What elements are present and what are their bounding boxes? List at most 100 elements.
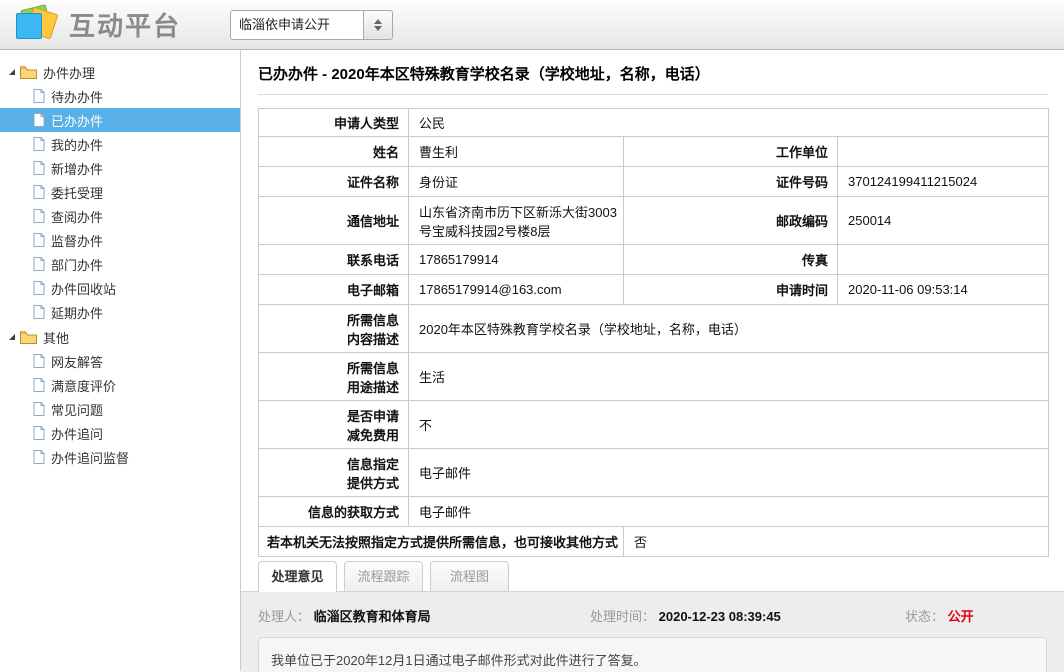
field-value — [838, 245, 1049, 275]
field-label: 邮政编码 — [624, 197, 838, 245]
document-icon — [33, 402, 45, 416]
field-label: 所需信息 内容描述 — [259, 305, 409, 353]
sidebar-group-qita[interactable]: 其他 — [0, 325, 240, 349]
sidebar-item-label: 监督办件 — [51, 231, 103, 250]
status-label: 状态： — [905, 609, 944, 624]
field-value: 17865179914 — [409, 245, 624, 275]
field-value: 2020年本区特殊教育学校名录（学校地址，名称，电话） — [409, 305, 1049, 353]
sidebar-item-label: 新增办件 — [51, 159, 103, 178]
sidebar-item-zhuiwen-jiandu[interactable]: 办件追问监督 — [0, 445, 240, 469]
field-value: 250014 — [838, 197, 1049, 245]
sidebar-group-label: 其他 — [43, 328, 69, 347]
sidebar-item-zhuiwen[interactable]: 办件追问 — [0, 421, 240, 445]
field-label: 信息的获取方式 — [259, 497, 409, 527]
sidebar-item-label: 办件回收站 — [51, 279, 116, 298]
sidebar-item-label: 办件追问监督 — [51, 448, 129, 467]
handler-label: 处理人： — [258, 609, 310, 624]
sidebar-item-daiban[interactable]: 待办办件 — [0, 84, 240, 108]
handling-opinion-panel: 处理人： 临淄区教育和体育局 处理时间： 2020-12-23 08:39:45… — [241, 592, 1064, 672]
page-title: 已办办件 - 2020年本区特殊教育学校名录（学校地址，名称，电话） — [258, 50, 1048, 95]
field-label: 申请时间 — [624, 275, 838, 305]
field-value: 电子邮件 — [409, 449, 1049, 497]
field-label: 所需信息 用途描述 — [259, 353, 409, 401]
expander-icon[interactable] — [9, 69, 15, 75]
channel-combobox-value[interactable]: 临淄依申请公开 — [230, 10, 363, 40]
field-value: 17865179914@163.com — [409, 275, 624, 305]
handle-time-label: 处理时间： — [590, 609, 655, 624]
document-icon — [33, 378, 45, 392]
sidebar-group-label: 办件办理 — [43, 63, 95, 82]
tab-handling-opinion[interactable]: 处理意见 — [258, 561, 337, 592]
sidebar-item-yiban-selected[interactable]: 已办办件 — [0, 108, 240, 132]
field-label: 电子邮箱 — [259, 275, 409, 305]
sidebar-item-weituo[interactable]: 委托受理 — [0, 180, 240, 204]
field-label: 通信地址 — [259, 197, 409, 245]
sidebar-item-label: 待办办件 — [51, 87, 103, 106]
sidebar-group-banjian[interactable]: 办件办理 — [0, 60, 240, 84]
tab-process-tracking[interactable]: 流程跟踪 — [344, 561, 423, 591]
sidebar-item-xinzeng[interactable]: 新增办件 — [0, 156, 240, 180]
app-logo-icon — [13, 5, 59, 45]
field-value: 公民 — [409, 109, 1049, 137]
sidebar-item-chayue[interactable]: 查阅办件 — [0, 204, 240, 228]
sidebar-tree: 办件办理 待办办件 已办办件 我的办件 新增办件 委托受理 查阅办件 — [0, 50, 241, 671]
combobox-spinner-icon[interactable] — [363, 10, 393, 40]
field-value: 山东省济南市历下区新泺大街3003号宝威科技园2号楼8层 — [409, 197, 624, 245]
sidebar-item-manyidu[interactable]: 满意度评价 — [0, 373, 240, 397]
document-icon — [33, 233, 45, 247]
field-label: 联系电话 — [259, 245, 409, 275]
document-icon — [33, 450, 45, 464]
field-value: 370124199411215024 — [838, 167, 1049, 197]
field-value — [838, 137, 1049, 167]
sidebar-item-label: 部门办件 — [51, 255, 103, 274]
tab-flow-chart[interactable]: 流程图 — [430, 561, 509, 591]
field-value: 电子邮件 — [409, 497, 1049, 527]
app-title: 互动平台 — [69, 6, 181, 43]
sidebar-item-label: 延期办件 — [51, 303, 103, 322]
sidebar-item-huishouzhan[interactable]: 办件回收站 — [0, 276, 240, 300]
field-value: 曹生利 — [409, 137, 624, 167]
handle-time-value: 2020-12-23 08:39:45 — [659, 609, 781, 624]
folder-icon — [20, 331, 37, 344]
status-badge: 公开 — [948, 609, 974, 624]
field-label: 传真 — [624, 245, 838, 275]
field-value: 身份证 — [409, 167, 624, 197]
detail-tab-bar: 处理意见 流程跟踪 流程图 — [241, 557, 1064, 592]
field-label: 是否申请 减免费用 — [259, 401, 409, 449]
sidebar-item-jiandu[interactable]: 监督办件 — [0, 228, 240, 252]
document-icon — [33, 305, 45, 319]
handler-value: 临淄区教育和体育局 — [314, 609, 431, 624]
application-detail-table: 申请人类型 公民 姓名 曹生利 工作单位 证件名称 身份证 证件号码 37012… — [258, 108, 1049, 557]
channel-combobox[interactable]: 临淄依申请公开 — [230, 10, 393, 40]
document-icon — [33, 89, 45, 103]
document-icon — [33, 185, 45, 199]
sidebar-item-label: 常见问题 — [51, 400, 103, 419]
sidebar-item-label: 网友解答 — [51, 352, 103, 371]
field-label: 申请人类型 — [259, 109, 409, 137]
sidebar-item-label: 已办办件 — [51, 111, 103, 130]
document-icon — [33, 113, 45, 127]
sidebar-item-label: 办件追问 — [51, 424, 103, 443]
field-label: 信息指定 提供方式 — [259, 449, 409, 497]
document-icon — [33, 257, 45, 271]
sidebar-item-label: 查阅办件 — [51, 207, 103, 226]
document-icon — [33, 426, 45, 440]
expander-icon[interactable] — [9, 334, 15, 340]
field-label: 证件名称 — [259, 167, 409, 197]
field-value: 否 — [624, 527, 1049, 557]
field-value: 不 — [409, 401, 1049, 449]
sidebar-item-changjian[interactable]: 常见问题 — [0, 397, 240, 421]
field-value: 生活 — [409, 353, 1049, 401]
document-icon — [33, 209, 45, 223]
sidebar-item-wangyou[interactable]: 网友解答 — [0, 349, 240, 373]
field-label: 工作单位 — [624, 137, 838, 167]
document-icon — [33, 161, 45, 175]
field-value: 2020-11-06 09:53:14 — [838, 275, 1049, 305]
sidebar-item-label: 委托受理 — [51, 183, 103, 202]
sidebar-item-wode[interactable]: 我的办件 — [0, 132, 240, 156]
sidebar-item-label: 我的办件 — [51, 135, 103, 154]
field-label: 证件号码 — [624, 167, 838, 197]
app-header: 互动平台 临淄依申请公开 — [0, 0, 1064, 50]
sidebar-item-bumen[interactable]: 部门办件 — [0, 252, 240, 276]
sidebar-item-yanqi[interactable]: 延期办件 — [0, 300, 240, 324]
